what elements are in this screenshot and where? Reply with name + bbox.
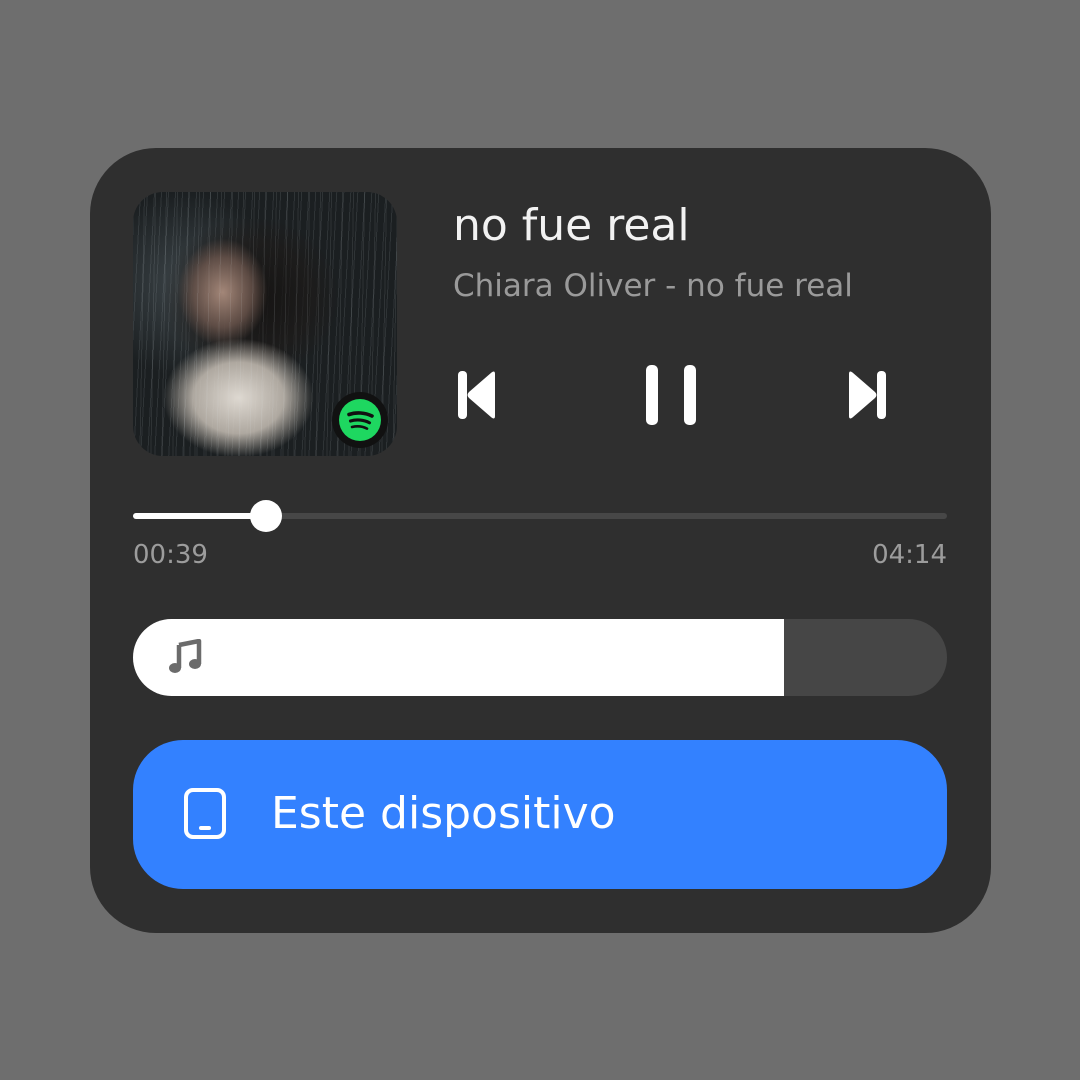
tablet-icon	[184, 788, 226, 839]
progress-slider[interactable]	[133, 500, 947, 532]
next-button[interactable]	[842, 366, 890, 424]
output-device-button[interactable]: Este dispositivo	[133, 740, 947, 889]
pause-icon	[646, 365, 696, 425]
skip-previous-icon	[458, 371, 495, 419]
progress-fill	[133, 513, 266, 519]
volume-slider[interactable]	[133, 619, 947, 696]
track-title: no fue real	[453, 200, 690, 251]
output-device-label: Este dispositivo	[271, 788, 616, 839]
spotify-icon	[332, 392, 388, 448]
previous-button[interactable]	[454, 366, 502, 424]
pause-button[interactable]	[640, 362, 702, 428]
current-time: 00:39	[133, 540, 208, 570]
volume-fill	[133, 619, 785, 696]
track-artist-album: Chiara Oliver - no fue real	[453, 268, 853, 304]
skip-next-icon	[849, 371, 886, 419]
total-time: 04:14	[872, 540, 947, 570]
music-note-icon	[169, 639, 202, 673]
progress-thumb[interactable]	[249, 500, 282, 532]
media-player-widget: no fue real Chiara Oliver - no fue real …	[90, 148, 991, 933]
